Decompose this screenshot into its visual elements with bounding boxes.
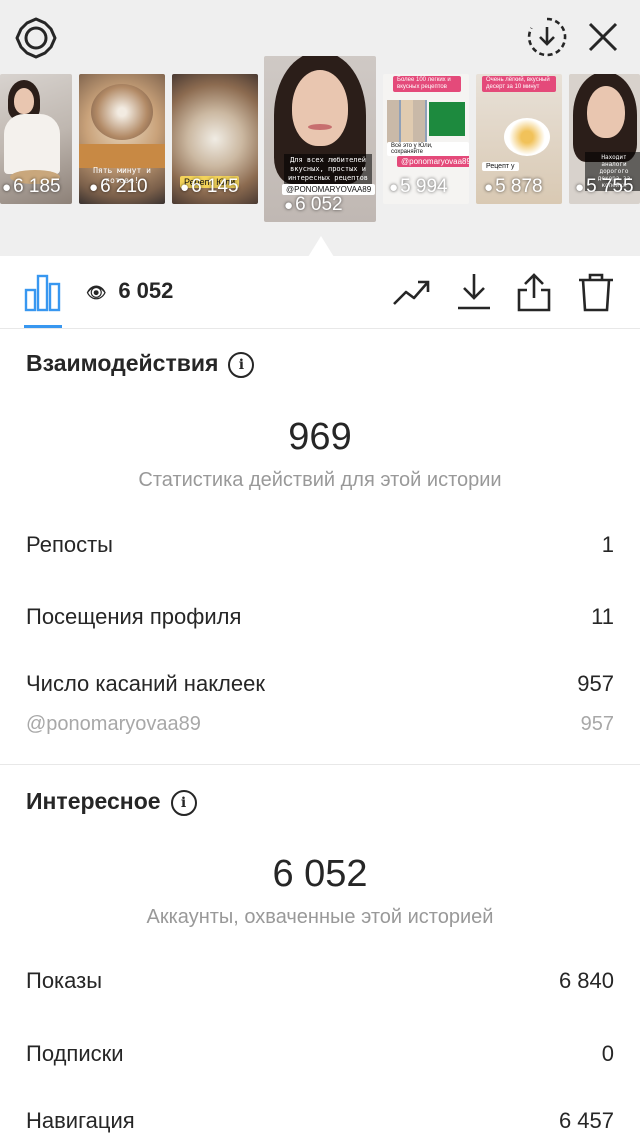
eye-icon: ● — [2, 179, 12, 196]
eye-icon: 👁 — [86, 285, 107, 302]
navigation-value: 6 457 — [558, 1108, 614, 1133]
eye-icon: ● — [389, 179, 399, 196]
story-caption: Более 100 легких и вкусных рецептов — [393, 76, 461, 92]
follows-label: Подписки — [26, 1041, 124, 1066]
reposts-label: Репосты — [26, 532, 113, 557]
person-face — [292, 70, 348, 146]
navigation-label: Навигация — [26, 1108, 135, 1133]
green-sticker — [429, 102, 465, 136]
views-text: 6 185 — [13, 176, 61, 197]
interactions-total: 969 — [288, 416, 352, 458]
story-extra: Всё это у Юли, сохраняйте — [387, 142, 469, 156]
story-thumb-active[interactable]: Для всех любителей вкусных, простых и ин… — [264, 56, 376, 222]
section-divider — [0, 764, 640, 765]
sticker-taps-value: 957 — [577, 671, 614, 696]
story-views: ● 6 052 — [284, 194, 343, 216]
person-face — [587, 86, 625, 138]
story-views: ● 6 185 — [2, 176, 61, 198]
active-tab-indicator — [24, 325, 62, 328]
story-caption: Очень лёгкий, вкусный десерт за 10 минут — [482, 76, 556, 92]
person-mouth — [308, 124, 332, 130]
story-mention: @ponomaryovaa89 — [397, 156, 469, 167]
story-thumb-5[interactable]: Более 100 легких и вкусных рецептов Всё … — [383, 74, 469, 204]
impressions-value: 6 840 — [558, 968, 614, 993]
interactions-subtitle: Статистика действий для этой истории — [138, 469, 502, 491]
eye-icon: ● — [180, 179, 190, 196]
profile-visits-value: 11 — [591, 604, 614, 629]
views-counter-value: 6 052 — [118, 278, 174, 303]
story-views: ● 5 755 — [575, 176, 634, 198]
eye-icon: ● — [575, 179, 585, 196]
views-text: 6 052 — [295, 194, 343, 215]
story-views: ● 5 994 — [389, 176, 448, 198]
tart-topping — [91, 84, 153, 140]
share-icon[interactable] — [514, 272, 554, 312]
eye-icon: ● — [89, 179, 99, 196]
eye-icon: ● — [484, 179, 494, 196]
views-text: 5 994 — [400, 176, 448, 197]
impressions-label: Показы — [26, 968, 103, 993]
views-text: 5 755 — [586, 176, 634, 197]
info-icon[interactable]: i — [170, 790, 197, 816]
discovery-title: Интересное i — [26, 788, 197, 816]
profile-visits-label: Посещения профиля — [26, 604, 242, 629]
active-story-pointer — [308, 236, 334, 257]
story-thumb-7[interactable]: Находит аналоги дорогого декора за копей… — [569, 74, 640, 204]
story-views: ● 6 210 — [89, 176, 148, 198]
follows-value: 0 — [601, 1041, 614, 1066]
story-caption: Для всех любителей вкусных, простых и ин… — [284, 154, 372, 185]
trend-up-icon[interactable] — [392, 272, 432, 312]
story-thumb-1[interactable]: ● 6 185 — [0, 74, 72, 204]
download-icon[interactable] — [454, 272, 494, 312]
discovery-subtitle: Аккаунты, охваченные этой историей — [146, 906, 494, 928]
sticker-taps-label: Число касаний наклеек — [26, 671, 265, 696]
trash-icon[interactable] — [576, 272, 616, 312]
story-thumbnails: ● 6 185 Пять минут и готово! ● 6 210 Рецеп… — [0, 0, 640, 256]
story-thumb-3[interactable]: Рецепт Юли ● 6 145 — [172, 74, 258, 204]
mention-sticker-label: @ponomaryovaa89 — [26, 713, 201, 735]
interactions-title: Взаимодействия i — [26, 350, 255, 378]
discovery-title-text: Интересное — [26, 788, 161, 814]
story-thumb-2[interactable]: Пять минут и готово! ● 6 210 — [79, 74, 165, 204]
story-extra: Рецепт у — [482, 162, 519, 171]
person-face — [14, 88, 34, 114]
mention-sticker-value: 957 — [580, 713, 614, 735]
eye-icon: ● — [284, 197, 294, 214]
discovery-total: 6 052 — [272, 853, 368, 895]
views-counter: 👁 6 052 — [86, 278, 173, 304]
story-thumb-6[interactable]: Очень лёгкий, вкусный десерт за 10 минут… — [476, 74, 562, 204]
views-text: 6 210 — [100, 176, 148, 197]
person-body — [4, 114, 60, 174]
story-views: ● 5 878 — [484, 176, 543, 198]
views-text: 6 145 — [191, 176, 239, 197]
story-views: ● 6 145 — [180, 176, 239, 198]
interactions-title-text: Взаимодействия — [26, 350, 219, 376]
info-icon[interactable]: i — [228, 352, 255, 378]
views-text: 5 878 — [495, 176, 543, 197]
reposts-value: 1 — [601, 532, 614, 557]
insights-toolbar: 👁 6 052 — [0, 256, 640, 329]
bar-chart-icon[interactable] — [24, 272, 62, 312]
mug — [504, 118, 550, 156]
